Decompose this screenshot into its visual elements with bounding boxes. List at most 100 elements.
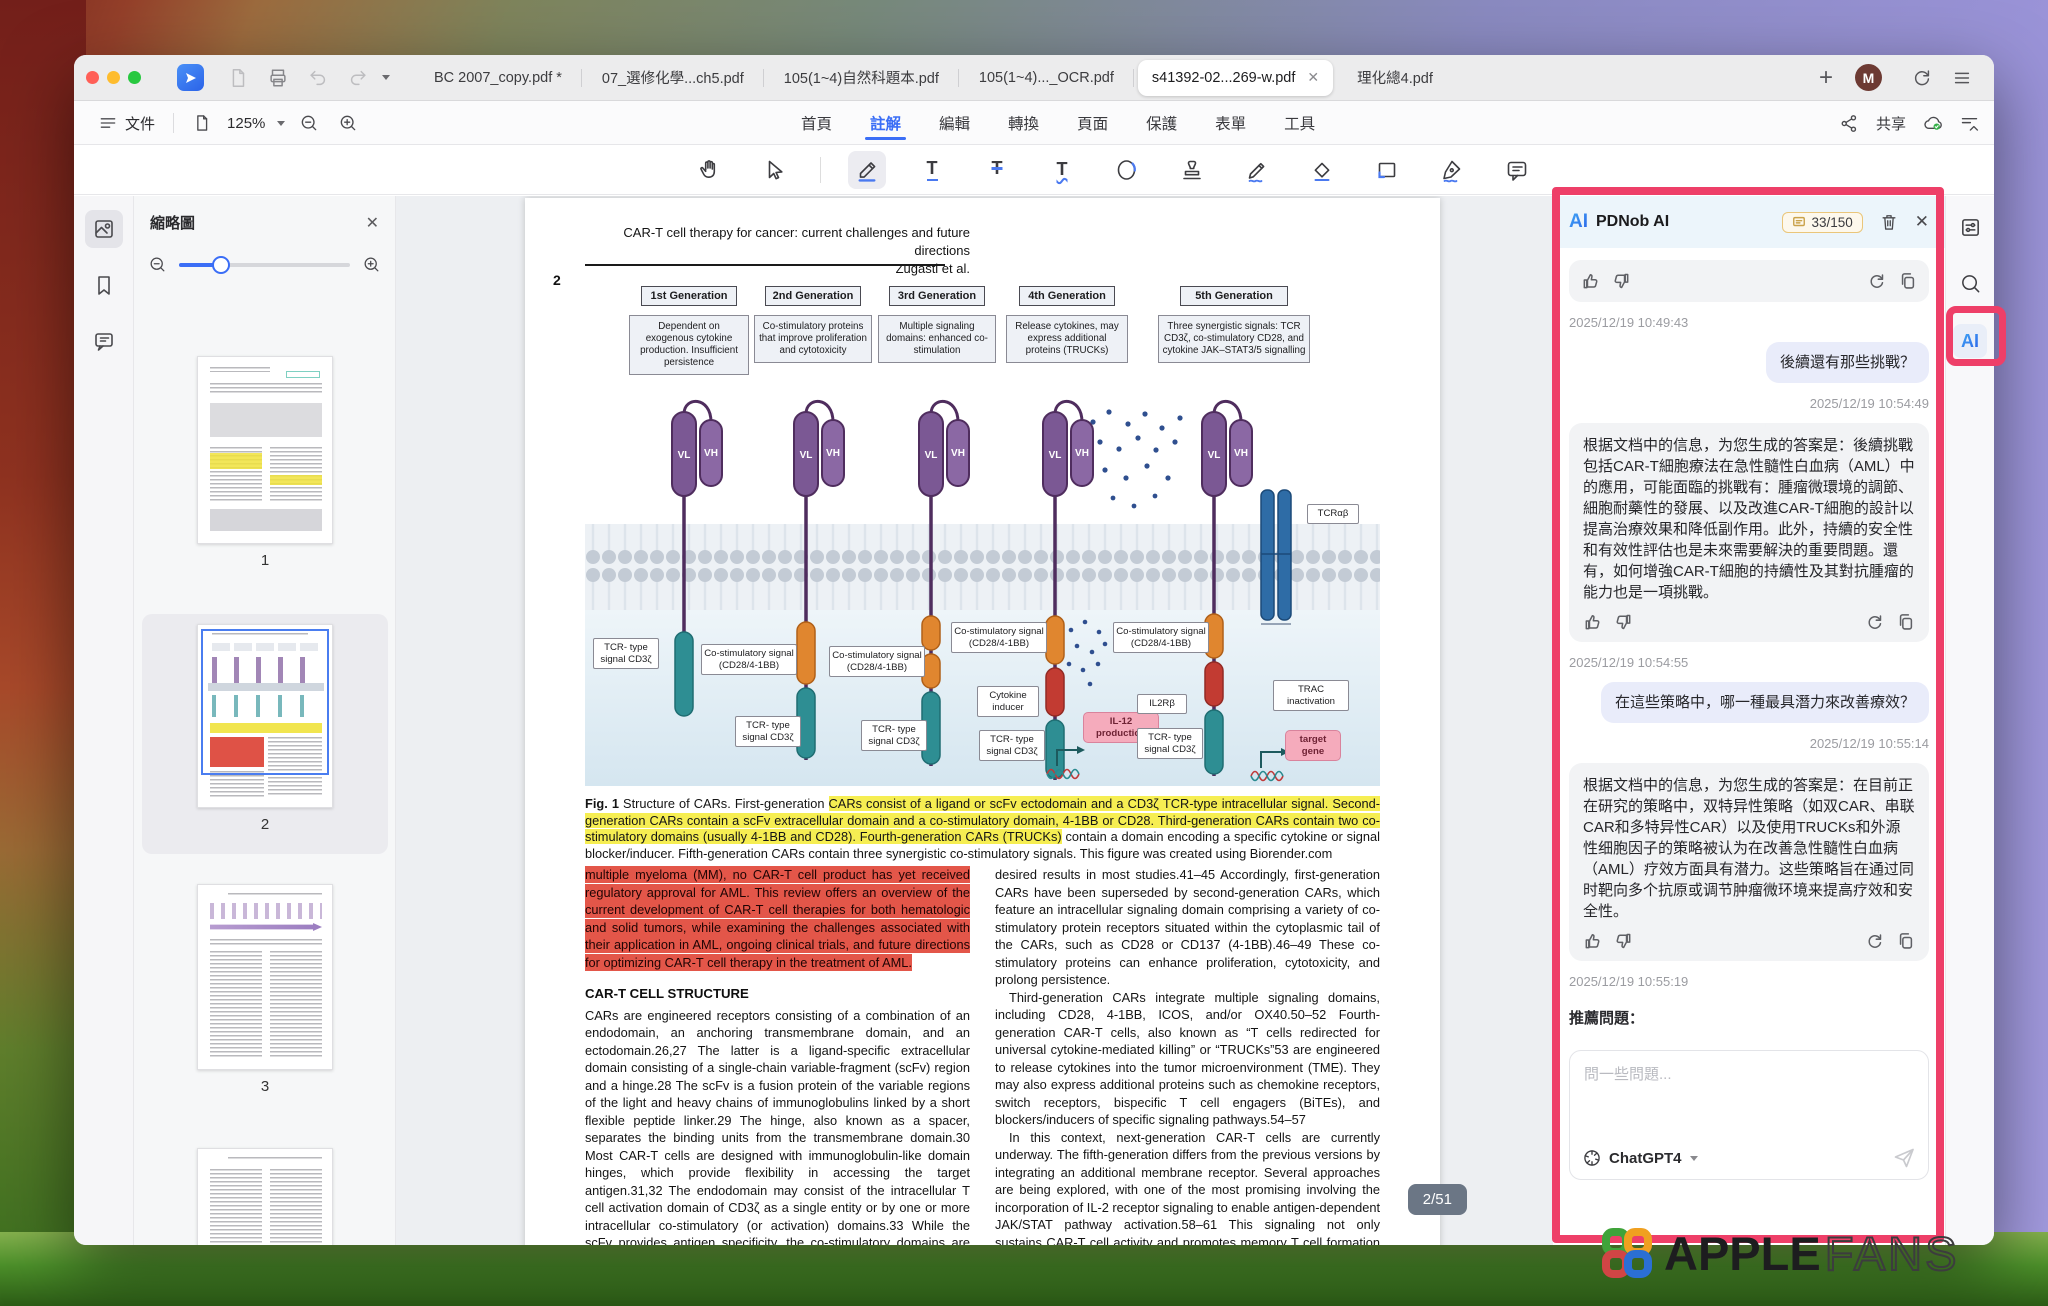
zoom-out-icon[interactable] — [299, 113, 319, 133]
left-column: multiple myeloma (MM), no CAR-T cell pro… — [585, 866, 970, 1245]
new-tab-button[interactable]: + — [1819, 64, 1833, 92]
pencil-draw-tool[interactable] — [1238, 151, 1276, 189]
menu-tab-annotate[interactable]: 註解 — [869, 102, 902, 144]
regenerate-icon[interactable] — [1865, 612, 1884, 632]
close-tab-icon[interactable]: ✕ — [1307, 69, 1319, 86]
share-label[interactable]: 共享 — [1876, 113, 1906, 134]
ai-panel-header: AI PDNob AI 33/150 ✕ — [1553, 196, 1945, 248]
tab-document-4[interactable]: 105(1~4)..._OCR.pdf — [959, 55, 1134, 101]
close-window-button[interactable] — [86, 71, 99, 84]
menu-tab-page[interactable]: 頁面 — [1076, 102, 1109, 144]
history-dropdown-icon[interactable] — [382, 75, 390, 80]
menu-tab-edit[interactable]: 編輯 — [938, 102, 971, 144]
menu-tab-home[interactable]: 首頁 — [800, 102, 833, 144]
regenerate-icon[interactable] — [1867, 271, 1886, 291]
tab-document-2[interactable]: 07_選修化學...ch5.pdf — [582, 55, 764, 101]
bookmarks-panel-icon[interactable] — [85, 266, 123, 304]
thumbnail-page-number: 2 — [142, 816, 388, 833]
close-panel-icon[interactable]: ✕ — [366, 213, 379, 233]
tab-document-6[interactable]: 理化總4.pdf — [1337, 55, 1453, 101]
clear-history-trash-icon[interactable] — [1879, 212, 1899, 232]
account-avatar[interactable]: M — [1855, 64, 1882, 91]
like-icon[interactable] — [1583, 612, 1602, 632]
thumbnail-page-number: 1 — [142, 552, 388, 569]
thumbnail-page-1[interactable]: 1 — [142, 346, 388, 569]
slider-track[interactable] — [179, 263, 350, 267]
zoom-dropdown-icon[interactable] — [277, 121, 285, 126]
label-cytokine-inducer: Cytokine inducer — [977, 686, 1039, 717]
running-head-title: CAR-T cell therapy for cancer: current c… — [585, 224, 970, 260]
watermark-text-light: FANS — [1825, 1226, 1960, 1281]
right-para-2: Third-generation CARs integrate multiple… — [995, 989, 1380, 1129]
freeform-shape-tool[interactable] — [1108, 151, 1146, 189]
properties-settings-icon[interactable] — [1955, 212, 1985, 242]
signature-pen-tool[interactable] — [1433, 151, 1471, 189]
slider-zoom-in-icon — [362, 255, 381, 274]
regenerate-icon[interactable] — [1865, 931, 1884, 951]
sync-icon[interactable] — [1911, 67, 1933, 89]
eraser-tool[interactable] — [1303, 151, 1341, 189]
copy-icon[interactable] — [1896, 931, 1915, 951]
close-ai-panel-icon[interactable]: ✕ — [1915, 212, 1929, 232]
content-area: 縮略圖 ✕ — [74, 196, 1994, 1245]
page-fit-icon[interactable] — [192, 113, 212, 133]
document-icon[interactable] — [227, 67, 249, 89]
svg-text:VL: VL — [925, 450, 938, 461]
main-menu-icon[interactable] — [1951, 67, 1973, 89]
underline-text-tool[interactable]: T — [913, 151, 951, 189]
menu-tab-tools[interactable]: 工具 — [1283, 102, 1316, 144]
pdf-viewport[interactable]: CAR-T cell therapy for cancer: current c… — [396, 196, 1553, 1245]
highlighter-tool[interactable] — [848, 151, 886, 189]
zoom-level-value[interactable]: 125% — [227, 115, 265, 132]
model-selector[interactable]: ChatGPT4 — [1609, 1150, 1682, 1167]
redo-icon[interactable] — [347, 67, 369, 89]
slider-knob[interactable] — [212, 256, 230, 274]
note-comment-tool[interactable] — [1498, 151, 1536, 189]
page-indicator-badge: 2/51 — [1408, 1184, 1467, 1215]
dislike-icon[interactable] — [1614, 612, 1633, 632]
thumbnail-zoom-slider[interactable] — [148, 255, 381, 274]
dislike-icon[interactable] — [1614, 931, 1633, 951]
menu-tab-convert[interactable]: 轉換 — [1007, 102, 1040, 144]
undo-icon[interactable] — [307, 67, 329, 89]
stamp-tool[interactable] — [1173, 151, 1211, 189]
divider — [820, 157, 821, 183]
thumbnail-page-2-selected[interactable]: 2 — [142, 614, 388, 854]
thumbnail-page-4[interactable] — [142, 1138, 388, 1245]
zoom-in-icon[interactable] — [338, 113, 358, 133]
send-message-icon[interactable] — [1892, 1146, 1916, 1170]
ai-sidebar-button[interactable]: AI — [1953, 324, 1987, 358]
collapse-toolbar-icon[interactable] — [1959, 113, 1980, 134]
chat-input[interactable] — [1582, 1061, 1916, 1137]
cloud-sync-icon[interactable] — [1922, 113, 1943, 134]
figure-diagram: VLVH VLVH VLVH VLVH VLVH — [585, 394, 1380, 786]
select-tool[interactable] — [755, 151, 793, 189]
thumbnail-page-3[interactable]: 3 — [142, 874, 388, 1095]
print-icon[interactable] — [267, 67, 289, 89]
share-icon[interactable] — [1839, 113, 1860, 134]
menu-tab-protect[interactable]: 保護 — [1145, 102, 1178, 144]
search-icon[interactable] — [1955, 268, 1985, 298]
tab-document-active[interactable]: s41392-02...269-w.pdf ✕ — [1138, 60, 1333, 96]
slider-zoom-out-icon — [148, 255, 167, 274]
hand-tool[interactable] — [690, 151, 728, 189]
thumbnails-panel-icon[interactable] — [85, 210, 123, 248]
like-icon[interactable] — [1583, 931, 1602, 951]
dislike-icon[interactable] — [1612, 271, 1631, 291]
copy-icon[interactable] — [1896, 612, 1915, 632]
rectangle-shape-tool[interactable] — [1368, 151, 1406, 189]
minimize-window-button[interactable] — [107, 71, 120, 84]
applefans-watermark: APPLE FANS — [1598, 1224, 1959, 1282]
menu-tab-form[interactable]: 表單 — [1214, 102, 1247, 144]
model-dropdown-icon[interactable] — [1690, 1156, 1698, 1161]
copy-icon[interactable] — [1898, 271, 1917, 291]
strikethrough-text-tool[interactable]: T — [978, 151, 1016, 189]
tab-document-1[interactable]: BC 2007_copy.pdf * — [414, 55, 582, 101]
zoom-window-button[interactable] — [128, 71, 141, 84]
tab-document-3[interactable]: 105(1~4)自然科題本.pdf — [764, 55, 959, 101]
annotations-panel-icon[interactable] — [85, 322, 123, 360]
file-menu-label[interactable]: 文件 — [125, 113, 155, 134]
like-icon[interactable] — [1581, 271, 1600, 291]
file-menu-icon[interactable] — [98, 113, 118, 133]
squiggly-underline-tool[interactable]: T — [1043, 151, 1081, 189]
